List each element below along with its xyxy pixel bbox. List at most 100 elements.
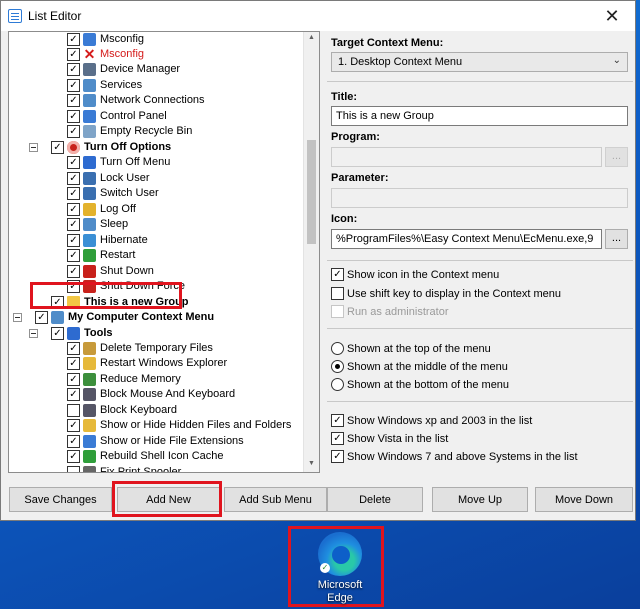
icon-path-input[interactable]: %ProgramFiles%\Easy Context Menu\EcMenu.…: [331, 229, 602, 249]
tree-item-checkbox[interactable]: ✓: [67, 110, 80, 123]
tree-item-checkbox[interactable]: ✓: [67, 79, 80, 92]
tree-item[interactable]: ✓ ✕ Msconfig: [9, 47, 305, 62]
switch-user-icon: [83, 187, 96, 200]
collapse-icon[interactable]: [13, 313, 22, 322]
tree-item[interactable]: ✓ My Computer Context Menu: [9, 310, 305, 325]
tree-item-checkbox[interactable]: ✓: [67, 234, 80, 247]
tree-item-checkbox[interactable]: ✓: [67, 172, 80, 185]
show-vista-label: Show Vista in the list: [347, 432, 449, 445]
tree-item-checkbox[interactable]: ✓: [67, 342, 80, 355]
tree-item-checkbox[interactable]: ✓: [67, 94, 80, 107]
tree-item-checkbox[interactable]: ✓: [35, 311, 48, 324]
tree-item-checkbox[interactable]: ✓: [67, 419, 80, 432]
scroll-up-icon[interactable]: ▲: [308, 34, 315, 41]
add-sub-menu-button[interactable]: Add Sub Menu: [224, 487, 327, 512]
collapse-icon[interactable]: [29, 143, 38, 152]
use-shift-checkbox[interactable]: Use shift key to display in the Context …: [331, 286, 561, 301]
tree-item[interactable]: ✓ Show or Hide Hidden Files and Folders: [9, 418, 305, 433]
show-vista-checkbox[interactable]: ✓ Show Vista in the list: [331, 431, 448, 446]
tree-item-checkbox[interactable]: ✓: [67, 33, 80, 46]
icon-label: Icon:: [331, 213, 358, 225]
position-bottom-radio[interactable]: Shown at the bottom of the menu: [331, 377, 509, 392]
show-icon-checkbox[interactable]: ✓ Show icon in the Context menu: [331, 267, 499, 282]
tree-item-checkbox[interactable]: ✓: [67, 203, 80, 216]
program-input[interactable]: [331, 147, 602, 167]
tree-item[interactable]: ✓ Device Manager: [9, 62, 305, 77]
tree-item-checkbox[interactable]: ✓: [67, 187, 80, 200]
icon-browse-button[interactable]: ...: [605, 229, 628, 249]
tree-item[interactable]: ✓ Delete Temporary Files: [9, 341, 305, 356]
action-button-row: Save Changes Add New Add Sub Menu Delete…: [1, 481, 635, 521]
tree-item[interactable]: Fix Print Spooler: [9, 465, 305, 472]
tree-item-checkbox[interactable]: ✓: [67, 388, 80, 401]
tree-item-checkbox[interactable]: [67, 466, 80, 472]
tree-item-checkbox[interactable]: ✓: [67, 435, 80, 448]
position-top-radio-circle: [331, 342, 344, 355]
scrollbar-thumb[interactable]: [307, 140, 316, 244]
services-icon: [83, 79, 96, 92]
show-winxp-checkbox[interactable]: ✓ Show Windows xp and 2003 in the list: [331, 413, 532, 428]
tree-item-checkbox[interactable]: ✓: [67, 249, 80, 262]
tree-item-checkbox[interactable]: ✓: [51, 327, 64, 340]
program-browse-button[interactable]: ...: [605, 147, 628, 167]
tree-item[interactable]: ✓ Lock User: [9, 171, 305, 186]
tree-item[interactable]: ✓ Tools: [9, 326, 305, 341]
position-top-radio[interactable]: Shown at the top of the menu: [331, 341, 491, 356]
file-extensions-icon: [83, 435, 96, 448]
tree-item[interactable]: ✓ Reduce Memory: [9, 372, 305, 387]
tree-item-checkbox[interactable]: ✓: [67, 63, 80, 76]
title-input[interactable]: This is a new Group: [331, 106, 628, 126]
computer-icon: [51, 311, 64, 324]
microsoft-edge-label[interactable]: Microsoft Edge: [300, 579, 380, 605]
tree-item[interactable]: ✓ Turn Off Options: [9, 140, 305, 155]
tree-item-checkbox[interactable]: ✓: [67, 48, 80, 61]
tree-item[interactable]: ✓ Block Mouse And Keyboard: [9, 387, 305, 402]
add-new-highlight: [112, 481, 222, 517]
tree-item[interactable]: ✓ Shut Down: [9, 264, 305, 279]
sleep-icon: [83, 218, 96, 231]
tree-item[interactable]: ✓ Hibernate: [9, 233, 305, 248]
tree-item[interactable]: ✓ Empty Recycle Bin: [9, 124, 305, 139]
tree-item-label: Block Mouse And Keyboard: [100, 388, 236, 400]
tree-item[interactable]: ✓ Network Connections: [9, 93, 305, 108]
tree-item[interactable]: ✓ Show or Hide File Extensions: [9, 434, 305, 449]
delete-button[interactable]: Delete: [327, 487, 423, 512]
tree-item-checkbox[interactable]: [67, 404, 80, 417]
scroll-down-icon[interactable]: ▼: [308, 460, 315, 467]
run-as-admin-checkbox[interactable]: Run as administrator: [331, 304, 449, 319]
tree-item[interactable]: Block Keyboard: [9, 403, 305, 418]
save-changes-button[interactable]: Save Changes: [9, 487, 112, 512]
keyboard-icon: [83, 388, 96, 401]
tree-item-label: Delete Temporary Files: [100, 342, 213, 354]
target-context-menu-select[interactable]: 1. Desktop Context Menu ⌄: [331, 52, 628, 72]
move-down-button[interactable]: Move Down: [535, 487, 633, 512]
tree-item[interactable]: ✓ Turn Off Menu: [9, 155, 305, 170]
tree-item[interactable]: ✓ Control Panel: [9, 109, 305, 124]
tree-item[interactable]: ✓ Restart: [9, 248, 305, 263]
tree-item-label: Rebuild Shell Icon Cache: [100, 450, 224, 462]
tree-item[interactable]: ✓ Restart Windows Explorer: [9, 356, 305, 371]
tree-item-checkbox[interactable]: ✓: [67, 218, 80, 231]
tree-item-checkbox[interactable]: ✓: [67, 125, 80, 138]
tree-item-label: My Computer Context Menu: [68, 311, 215, 323]
move-up-button[interactable]: Move Up: [432, 487, 528, 512]
close-button[interactable]: ✕: [589, 1, 635, 31]
tree-item[interactable]: ✓ Switch User: [9, 186, 305, 201]
tree-item[interactable]: ✓ Rebuild Shell Icon Cache: [9, 449, 305, 464]
collapse-icon[interactable]: [29, 329, 38, 338]
tree-item[interactable]: ✓ Log Off: [9, 202, 305, 217]
tree-item[interactable]: ✓ Sleep: [9, 217, 305, 232]
tree-item[interactable]: ✓ Msconfig: [9, 32, 305, 47]
position-middle-radio[interactable]: Shown at the middle of the menu: [331, 359, 508, 374]
parameter-input[interactable]: [331, 188, 628, 208]
show-win7-checkbox[interactable]: ✓ Show Windows 7 and above Systems in th…: [331, 449, 578, 464]
tree-item-checkbox[interactable]: ✓: [67, 373, 80, 386]
tree-item-checkbox[interactable]: ✓: [67, 265, 80, 278]
tree-item[interactable]: ✓ Services: [9, 78, 305, 93]
menu-tree[interactable]: ✓ Msconfig ✓ ✕ Msconfig ✓ Device Manager ✓ Servi…: [8, 31, 320, 473]
tree-item-checkbox[interactable]: ✓: [51, 141, 64, 154]
tree-item-checkbox[interactable]: ✓: [67, 450, 80, 463]
tree-scrollbar[interactable]: ▲ ▼: [303, 32, 319, 472]
tree-item-checkbox[interactable]: ✓: [67, 156, 80, 169]
tree-item-checkbox[interactable]: ✓: [67, 357, 80, 370]
